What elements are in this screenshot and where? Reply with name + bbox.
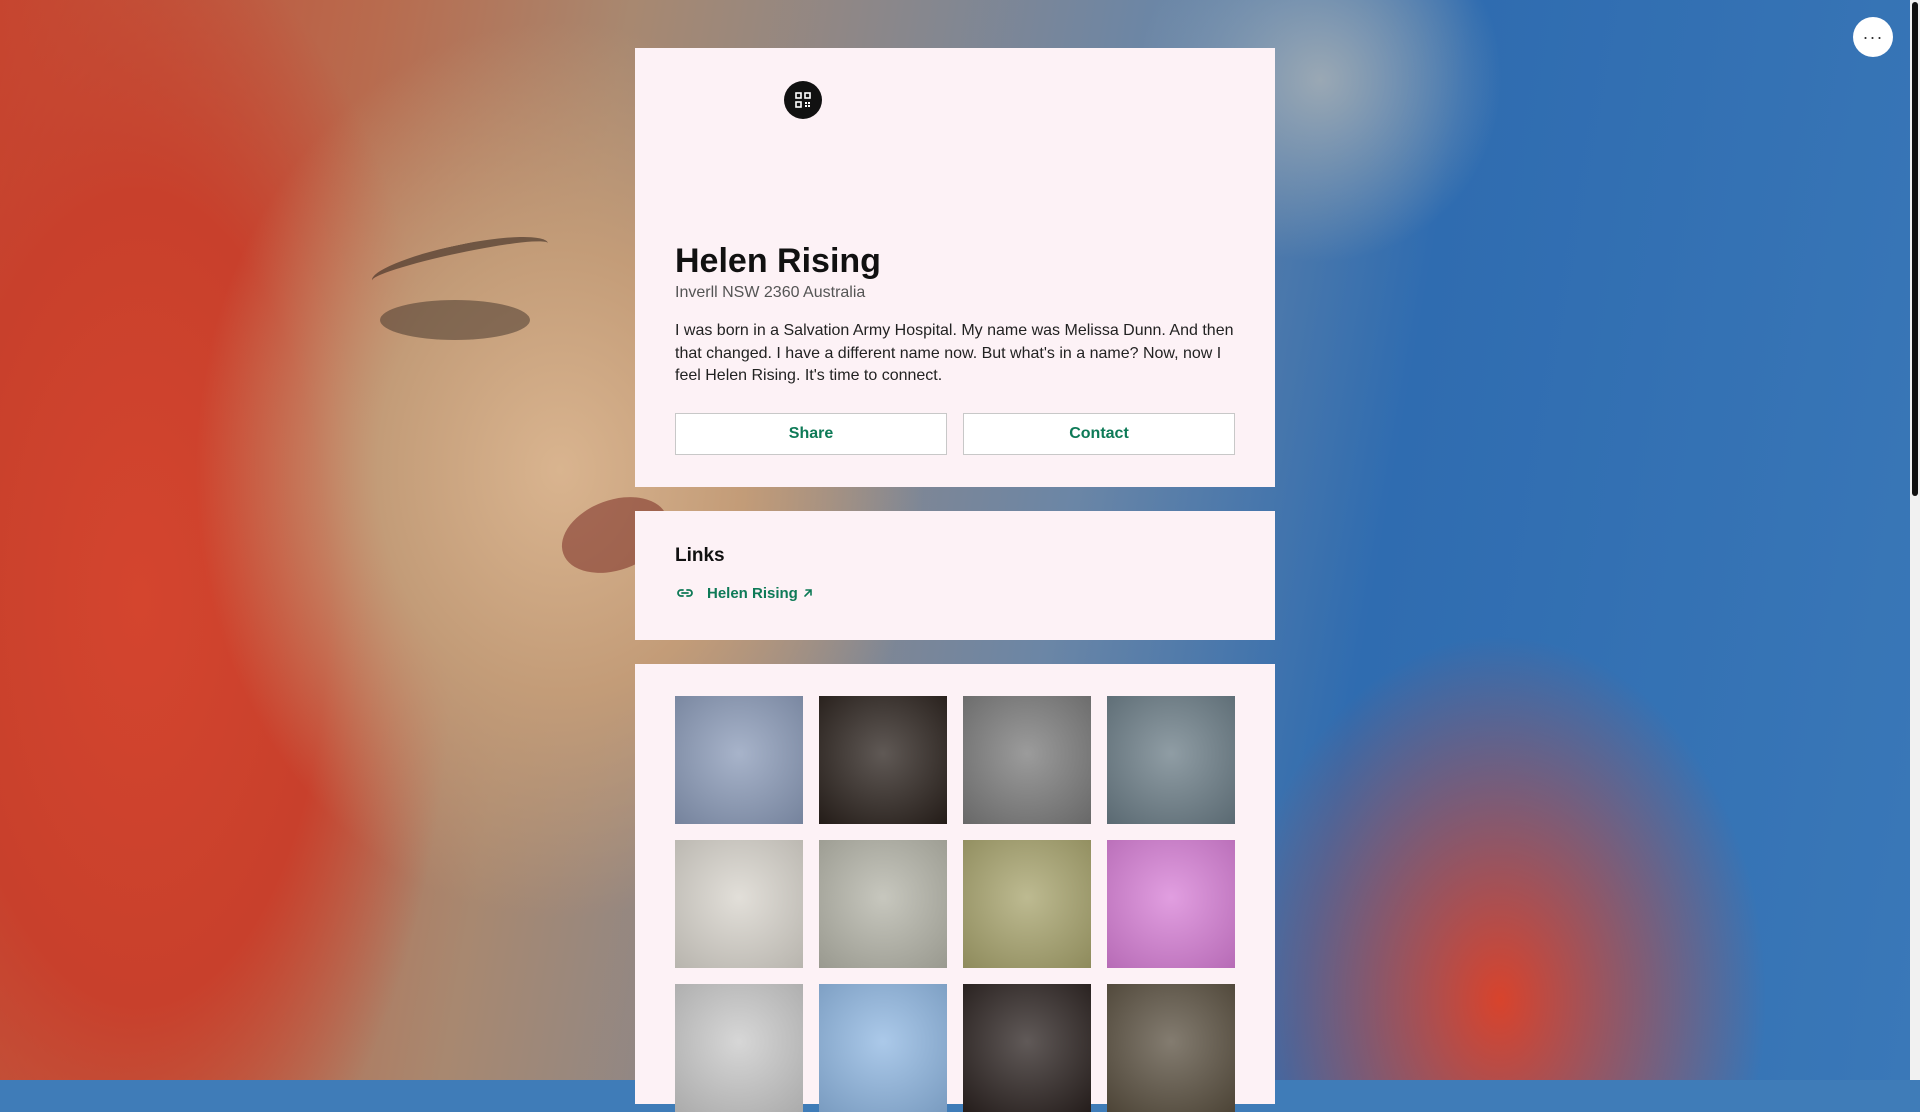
painting-eye	[380, 300, 530, 340]
profile-bio: I was born in a Salvation Army Hospital.…	[675, 322, 1234, 384]
gallery-image-dark-eyes-closeup[interactable]	[963, 984, 1091, 1112]
ellipsis-icon: ···	[1862, 27, 1884, 47]
gallery-image-drawn-face-portrait[interactable]	[819, 840, 947, 968]
gallery-image-child-on-trampoline[interactable]	[1107, 696, 1235, 824]
gallery-image-pink-face[interactable]	[1107, 840, 1235, 968]
gallery-image-landscape-tree-field[interactable]	[963, 840, 1091, 968]
gallery-image-eye-closeup-bw[interactable]	[963, 696, 1091, 824]
link-item-helen-rising[interactable]: Helen Rising	[675, 583, 814, 603]
more-options-button[interactable]: ···	[1853, 17, 1893, 57]
profile-card: Helen Rising Inverll NSW 2360 Australia …	[635, 48, 1275, 487]
link-icon	[677, 589, 693, 597]
profile-name: Helen Rising	[675, 242, 881, 280]
share-button[interactable]: Share	[675, 413, 947, 455]
qr-code-button[interactable]	[784, 81, 822, 119]
gallery-card	[635, 664, 1275, 1112]
gallery-image-pencil-sketch-profile[interactable]	[675, 984, 803, 1112]
qr-code-icon	[795, 92, 811, 108]
painting-brow	[368, 226, 552, 298]
links-card: Links Helen Rising	[635, 511, 1275, 640]
gallery-image-selfie-child-and-woman[interactable]	[675, 696, 803, 824]
scrollbar-thumb[interactable]	[1912, 2, 1918, 496]
contact-button[interactable]: Contact	[963, 413, 1235, 455]
gallery-image-blue-sky-landscape[interactable]	[819, 984, 947, 1112]
links-heading: Links	[675, 545, 725, 566]
gallery-image-window-silhouette[interactable]	[819, 696, 947, 824]
gallery-image-pencil-sketch-portrait[interactable]	[675, 840, 803, 968]
profile-location: Inverll NSW 2360 Australia	[675, 284, 866, 301]
link-label[interactable]: Helen Rising	[707, 585, 798, 602]
scrollbar[interactable]	[1910, 0, 1920, 1080]
gallery-image-painted-portrait[interactable]	[1107, 984, 1235, 1112]
external-arrow-icon	[804, 589, 812, 597]
